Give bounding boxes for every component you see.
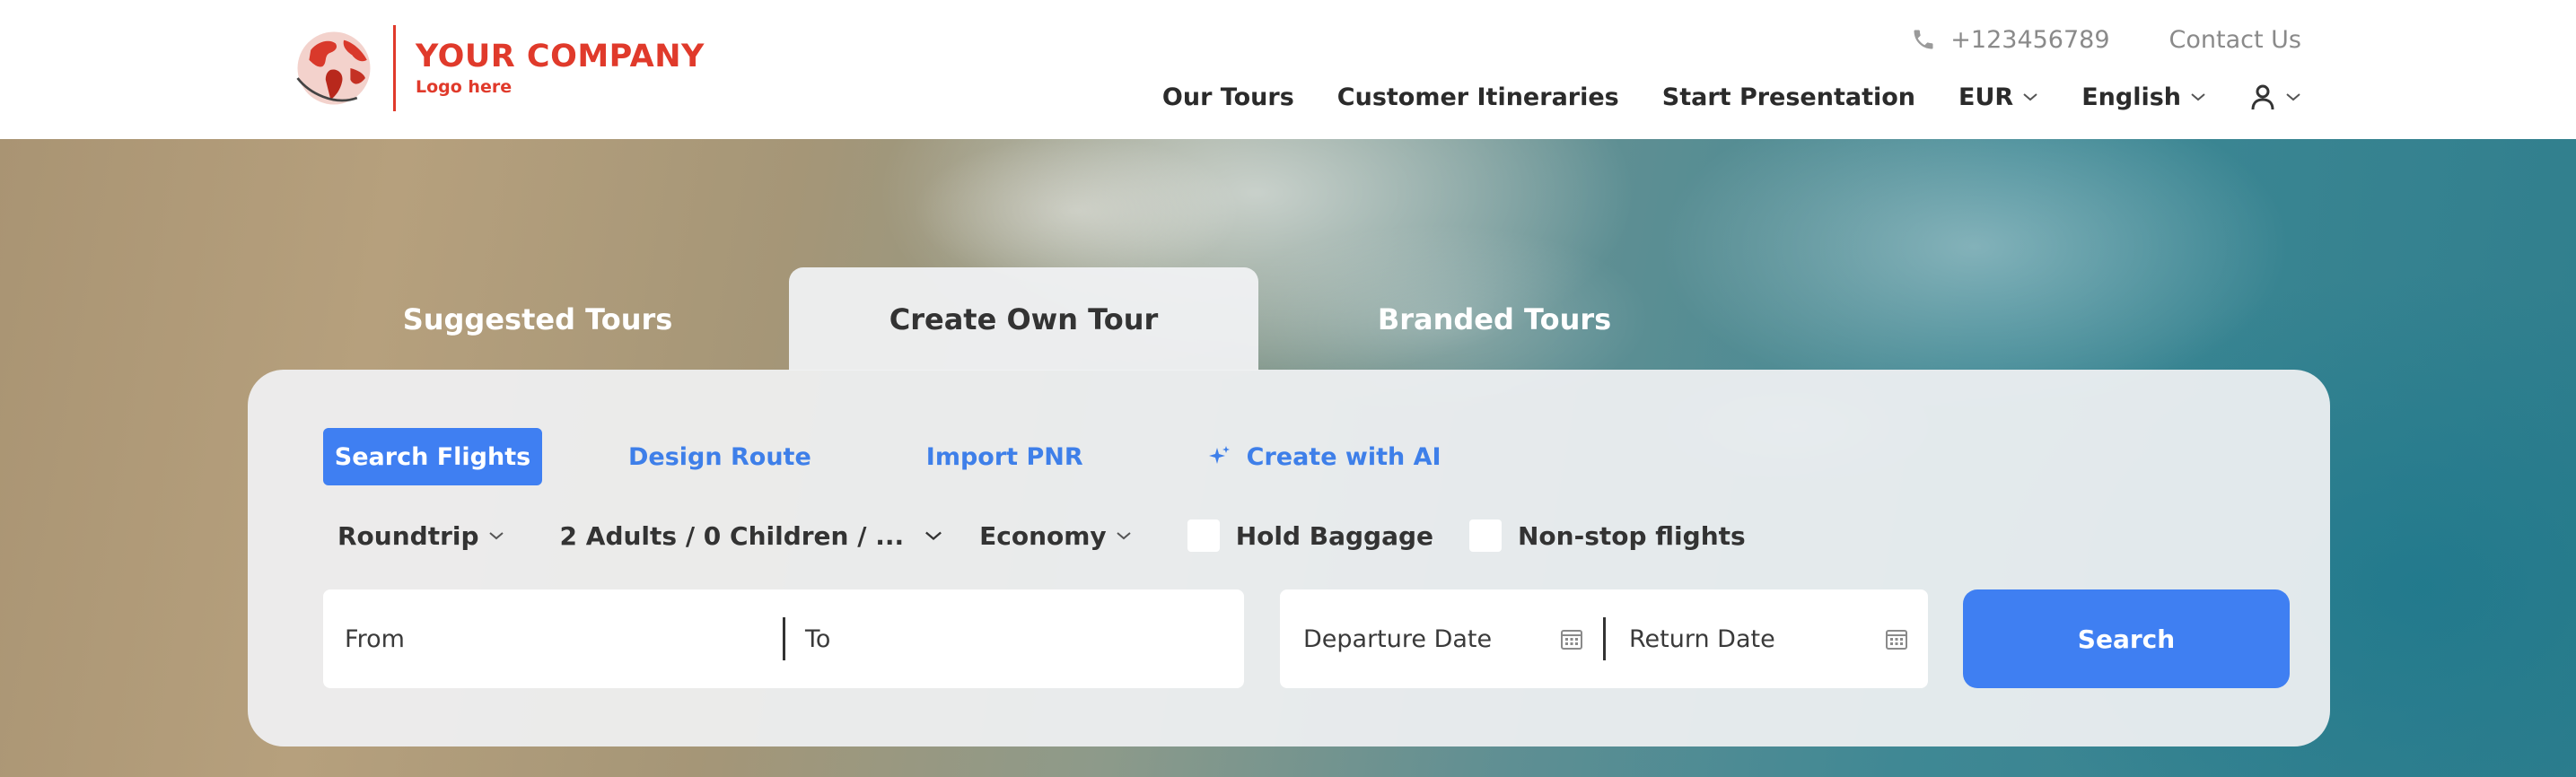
mode-design-route[interactable]: Design Route xyxy=(628,428,811,485)
nav-customer-itineraries[interactable]: Customer Itineraries xyxy=(1337,83,1619,111)
return-date-input[interactable]: Return Date xyxy=(1606,589,1928,688)
currency-label: EUR xyxy=(1958,83,2014,111)
search-button[interactable]: Search xyxy=(1963,589,2290,688)
cabin-class-label: Economy xyxy=(979,520,1107,551)
cabin-class-dropdown[interactable]: Economy xyxy=(979,521,1132,551)
trip-type-label: Roundtrip xyxy=(337,520,479,551)
nonstop-option[interactable]: Non-stop flights xyxy=(1469,519,1746,552)
chevron-down-icon xyxy=(925,531,942,541)
currency-dropdown[interactable]: EUR xyxy=(1958,83,2038,111)
nav-start-presentation[interactable]: Start Presentation xyxy=(1662,83,1915,111)
contact-us-link[interactable]: Contact Us xyxy=(2169,26,2301,54)
chevron-down-icon xyxy=(488,532,504,540)
mode-search-flights[interactable]: Search Flights xyxy=(323,428,542,485)
calendar-icon xyxy=(1561,630,1582,650)
nonstop-checkbox[interactable] xyxy=(1469,519,1502,552)
passengers-dropdown[interactable]: 2 Adults / 0 Children / ... xyxy=(560,521,944,551)
sparkle-icon xyxy=(1208,446,1230,464)
tab-suggested-tours[interactable]: Suggested Tours xyxy=(377,267,698,371)
main-nav: Our Tours Customer Itineraries Start Pre… xyxy=(1162,77,2301,117)
departure-date-placeholder: Departure Date xyxy=(1303,624,1493,653)
trip-type-dropdown[interactable]: Roundtrip xyxy=(337,521,504,551)
header: YOUR COMPANY Logo here +123456789 Contac… xyxy=(0,0,2576,139)
chevron-down-icon xyxy=(1117,532,1131,540)
flight-options: Roundtrip 2 Adults / 0 Children / ... Ec… xyxy=(337,513,1746,558)
return-date-placeholder: Return Date xyxy=(1629,624,1775,653)
date-fields: Departure Date Return Date xyxy=(1280,589,1928,688)
company-logo[interactable]: YOUR COMPANY Logo here xyxy=(293,23,705,113)
logo-subtitle: Logo here xyxy=(416,77,513,97)
to-input[interactable]: To xyxy=(785,589,1244,688)
logo-title: YOUR COMPANY xyxy=(416,39,705,74)
language-dropdown[interactable]: English xyxy=(2081,83,2206,111)
nav-our-tours[interactable]: Our Tours xyxy=(1162,83,1294,111)
chevron-down-icon xyxy=(2286,93,2300,101)
route-fields: From To xyxy=(323,589,1244,688)
create-with-ai-label: Create with AI xyxy=(1246,442,1441,471)
tab-branded-tours[interactable]: Branded Tours xyxy=(1346,267,1643,371)
passengers-label: 2 Adults / 0 Children / ... xyxy=(559,520,905,551)
flight-search-panel: Search Flights Design Route Import PNR C… xyxy=(248,370,2330,746)
mode-create-with-ai[interactable]: Create with AI xyxy=(1207,428,1441,485)
hold-baggage-checkbox[interactable] xyxy=(1187,519,1220,552)
top-contact-bar: +123456789 Contact Us xyxy=(1911,22,2301,57)
tab-create-own-tour[interactable]: Create Own Tour xyxy=(789,267,1258,371)
hold-baggage-label: Hold Baggage xyxy=(1235,520,1433,551)
chevron-down-icon xyxy=(2023,93,2037,101)
user-icon xyxy=(2251,84,2274,110)
search-mode-tabs: Search Flights Design Route Import PNR C… xyxy=(323,428,1441,485)
phone-icon xyxy=(1914,30,1933,49)
logo-divider xyxy=(393,25,396,111)
mode-import-pnr[interactable]: Import PNR xyxy=(926,428,1083,485)
departure-date-input[interactable]: Departure Date xyxy=(1280,589,1603,688)
from-input[interactable]: From xyxy=(323,589,783,688)
hold-baggage-option[interactable]: Hold Baggage xyxy=(1187,519,1433,552)
phone-link[interactable]: +123456789 xyxy=(1911,25,2110,54)
to-placeholder: To xyxy=(805,624,831,653)
nonstop-label: Non-stop flights xyxy=(1518,520,1746,551)
chevron-down-icon xyxy=(2191,93,2205,101)
user-menu[interactable] xyxy=(2249,83,2301,111)
calendar-icon xyxy=(1886,630,1907,650)
tour-tabs: Suggested Tours Create Own Tour Branded … xyxy=(0,267,2576,371)
phone-number: +123456789 xyxy=(1950,25,2110,54)
globe-icon xyxy=(296,31,371,105)
logo-text: YOUR COMPANY Logo here xyxy=(416,39,705,98)
language-label: English xyxy=(2081,83,2181,111)
from-placeholder: From xyxy=(345,624,405,653)
